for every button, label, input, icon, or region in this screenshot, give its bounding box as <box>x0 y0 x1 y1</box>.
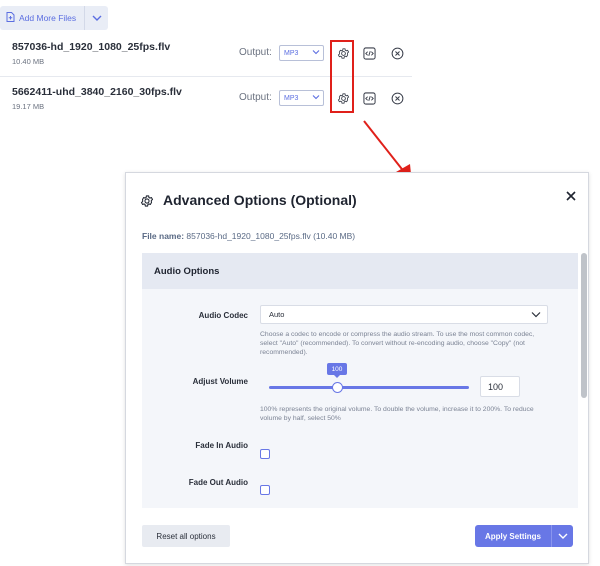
chevron-down-icon <box>558 533 567 539</box>
fade-out-label: Fade Out Audio <box>188 478 248 487</box>
output-format-value: MP3 <box>284 49 299 57</box>
fade-in-label: Fade In Audio <box>195 441 248 450</box>
file-name-value: 857036-hd_1920_1080_25fps.flv (10.40 MB) <box>186 231 356 241</box>
close-circle-icon <box>391 92 403 104</box>
file-name-line: File name: 857036-hd_1920_1080_25fps.flv… <box>142 231 355 241</box>
audio-codec-help: Choose a codec to encode or compress the… <box>260 331 535 356</box>
apply-settings-label: Apply Settings <box>484 531 541 541</box>
close-icon <box>566 191 576 201</box>
output-label: Output: <box>239 47 272 58</box>
audio-codec-label: Audio Codec <box>198 311 248 320</box>
add-more-dropdown-button[interactable] <box>84 6 108 30</box>
chevron-down-icon <box>531 312 541 318</box>
file-name: 857036-hd_1920_1080_25fps.flv <box>12 41 171 53</box>
apply-options-dropdown-button[interactable] <box>551 525 573 547</box>
chevron-down-icon <box>312 50 320 55</box>
reset-all-options-button[interactable]: Reset all options <box>142 525 230 547</box>
output-format-select[interactable]: MP3 <box>279 45 324 61</box>
file-name: 5662411-uhd_3840_2160_30fps.flv <box>12 86 182 98</box>
adjust-volume-label: Adjust Volume <box>192 377 248 386</box>
gear-highlight-box <box>330 40 354 113</box>
audio-codec-value: Auto <box>269 310 285 319</box>
remove-file-button[interactable] <box>390 46 404 60</box>
close-circle-icon <box>391 47 403 59</box>
apply-settings-button[interactable]: Apply Settings <box>475 525 573 547</box>
chevron-down-icon <box>92 15 101 21</box>
edit-code-button[interactable] <box>362 46 376 60</box>
modal-title: Advanced Options (Optional) <box>163 192 357 208</box>
audio-options-heading: Audio Options <box>142 253 578 289</box>
output-format-value: MP3 <box>284 94 299 102</box>
audio-codec-select[interactable]: Auto <box>260 305 548 324</box>
add-file-icon <box>6 12 15 24</box>
modal-scrollbar[interactable] <box>581 253 587 398</box>
code-icon <box>362 91 376 105</box>
chevron-down-icon <box>312 95 320 100</box>
add-more-files-button[interactable]: Add More Files <box>0 6 108 30</box>
file-name-label: File name: <box>142 231 185 241</box>
modal-close-button[interactable] <box>564 189 578 203</box>
audio-options-panel: Audio Options Audio Codec Auto Choose a … <box>142 253 578 508</box>
add-more-files-label: Add More Files <box>19 13 77 23</box>
advanced-options-modal: Advanced Options (Optional) File name: 8… <box>125 172 589 564</box>
code-icon <box>362 46 376 60</box>
remove-file-button[interactable] <box>390 91 404 105</box>
volume-slider-track[interactable] <box>269 386 469 389</box>
edit-code-button[interactable] <box>362 91 376 105</box>
file-size: 19.17 MB <box>12 102 45 111</box>
add-more-files-main[interactable]: Add More Files <box>0 6 84 30</box>
output-label: Output: <box>239 92 272 103</box>
gear-icon <box>140 194 154 213</box>
volume-slider-handle[interactable] <box>331 382 343 393</box>
adjust-volume-help: 100% represents the original volume. To … <box>260 406 534 422</box>
fade-out-checkbox[interactable] <box>260 485 270 495</box>
volume-input[interactable]: 100 <box>480 376 520 397</box>
output-format-select[interactable]: MP3 <box>279 90 324 106</box>
volume-slider-tooltip: 100 <box>327 363 347 378</box>
file-size: 10.40 MB <box>12 57 45 66</box>
fade-in-checkbox[interactable] <box>260 449 270 459</box>
